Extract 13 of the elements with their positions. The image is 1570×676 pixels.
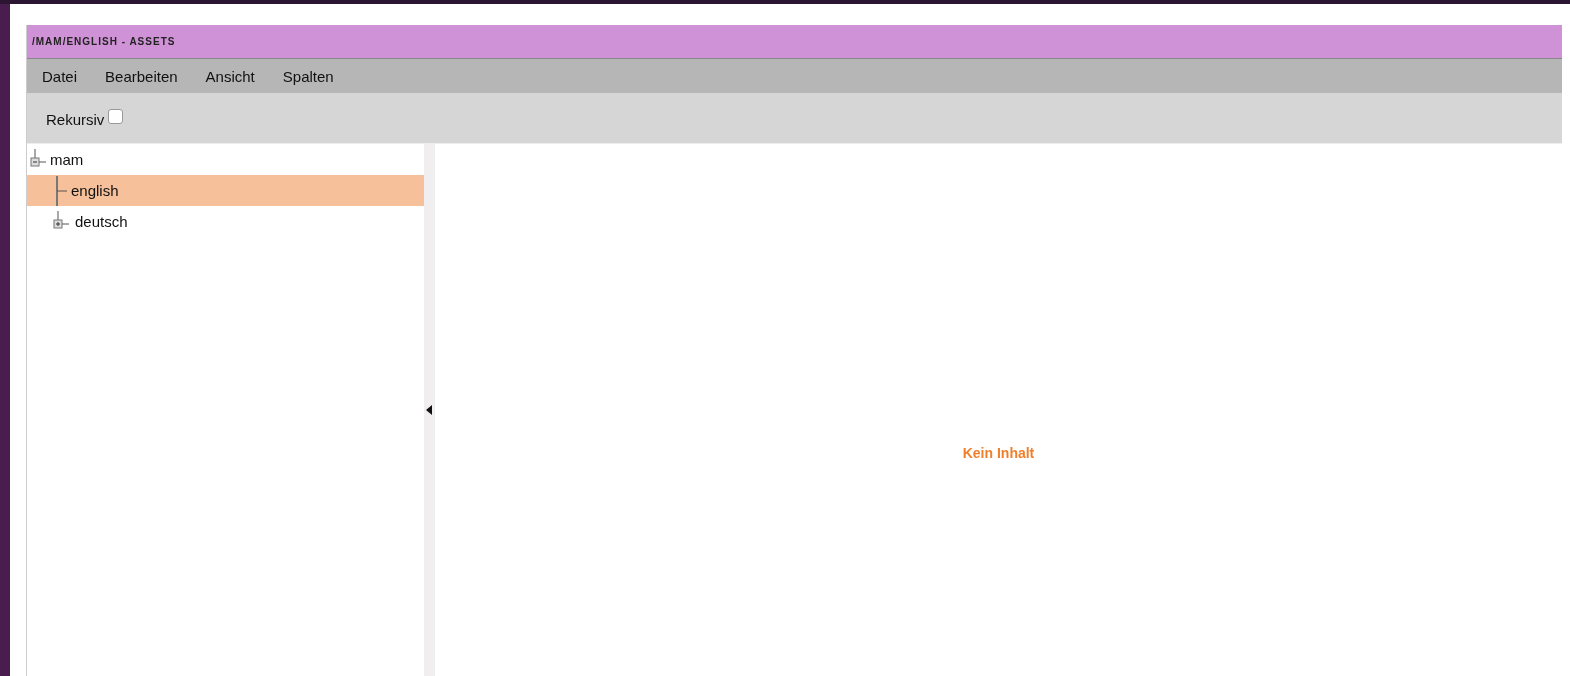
window-title: /MAM/ENGLISH - ASSETS: [32, 36, 176, 47]
menu-item[interactable]: Ansicht: [205, 67, 255, 85]
menu-item[interactable]: Datei: [42, 67, 78, 85]
collapse-arrow-icon[interactable]: [426, 405, 432, 415]
tree-item[interactable]: mam: [27, 144, 424, 175]
empty-message: Kein Inhalt: [962, 445, 1035, 461]
tree-item[interactable]: deutsch: [27, 206, 424, 237]
tree-item[interactable]: english: [27, 175, 424, 206]
recursive-checkbox[interactable]: [108, 108, 124, 124]
checkbox-label: Rekursiv: [46, 110, 105, 128]
menu-item[interactable]: Spalten: [282, 67, 334, 85]
menu-item[interactable]: Bearbeiten: [105, 67, 178, 85]
tree-connector-icon: [53, 175, 69, 206]
